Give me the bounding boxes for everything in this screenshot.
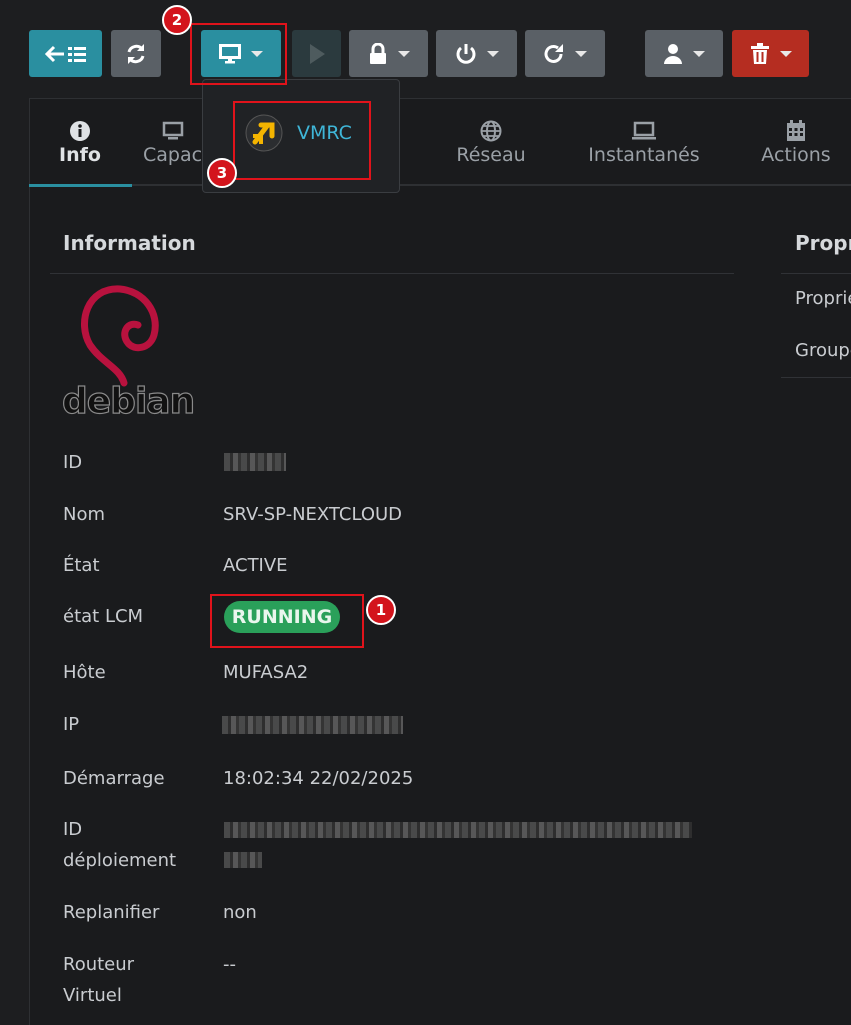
row-label-start: Démarrage [63, 768, 165, 789]
chevron-down-icon [693, 50, 705, 57]
tab-active-indicator [29, 184, 132, 187]
callout-number-3: 3 [207, 158, 237, 188]
debian-logo-text: debian [61, 380, 195, 422]
props-divider-top [781, 273, 851, 274]
row-value-reschedule: non [223, 902, 257, 923]
callout-box-running [210, 594, 364, 648]
tab-divider [29, 184, 851, 186]
calendar-icon [787, 120, 805, 141]
row-label-id: ID [63, 452, 83, 473]
callout-number-1: 1 [366, 595, 396, 625]
arrow-left-list-icon [44, 45, 86, 62]
reload-icon [544, 43, 563, 63]
trash-icon [750, 42, 769, 64]
props-row-owner: Propriétaire [795, 288, 851, 309]
tab-capacity[interactable]: Capacité [143, 120, 203, 166]
refresh-button[interactable] [111, 30, 161, 77]
row-label-ip: IP [63, 714, 80, 735]
row-value-name: SRV-SP-NEXTCLOUD [223, 504, 403, 525]
row-label-deploy-id: ID déploiement [63, 819, 177, 871]
chevron-down-icon [486, 50, 499, 57]
tab-network[interactable]: Réseau [436, 120, 546, 166]
redacted-id [224, 453, 286, 471]
lock-button[interactable] [349, 30, 428, 77]
play-button[interactable] [292, 30, 341, 77]
power-icon [456, 43, 475, 64]
row-value-start: 18:02:34 22/02/2025 [223, 768, 414, 789]
laptop-icon [632, 121, 656, 140]
row-label-state: État [63, 555, 100, 576]
chevron-down-icon [779, 50, 792, 57]
callout-box-console [190, 23, 287, 85]
info-section-title: Information [63, 231, 196, 255]
row-label-name: Nom [63, 504, 106, 525]
lock-icon [369, 42, 386, 64]
row-label-host: Hôte [63, 662, 106, 683]
chevron-down-icon [397, 50, 410, 57]
user-icon [664, 43, 682, 64]
chevron-down-icon [575, 50, 587, 57]
back-button[interactable] [29, 30, 102, 77]
row-label-lcm-state: état LCM [63, 606, 144, 627]
redacted-deploy-id [224, 822, 692, 838]
user-button[interactable] [645, 30, 723, 77]
tab-info[interactable]: Info [25, 120, 135, 166]
delete-button[interactable] [732, 30, 809, 77]
redacted-deploy-id-line2 [224, 852, 262, 868]
monitor-icon [162, 121, 184, 140]
row-value-host: MUFASA2 [223, 662, 309, 683]
info-icon [70, 121, 90, 141]
play-icon [309, 43, 325, 64]
props-row-group: Groupe [795, 340, 851, 361]
row-label-vrouter: Routeur Virtuel [63, 954, 135, 1006]
tab-actions[interactable]: Actions [741, 120, 851, 166]
info-divider [50, 273, 734, 274]
callout-number-2: 2 [162, 5, 192, 35]
reboot-button[interactable] [525, 30, 605, 77]
globe-icon [480, 120, 502, 142]
row-value-vrouter: -- [223, 954, 236, 975]
refresh-icon [127, 43, 145, 64]
row-value-state: ACTIVE [223, 555, 288, 576]
props-divider-bottom [781, 377, 851, 378]
redacted-ip [222, 716, 403, 734]
power-button[interactable] [436, 30, 517, 77]
debian-logo: debian [61, 283, 196, 428]
props-clip: Propriétés Propriétaire Groupe [781, 225, 851, 385]
props-section-title: Propriétés [795, 231, 851, 255]
tab-snapshots[interactable]: Instantanés [584, 120, 704, 166]
row-label-reschedule: Replanifier [63, 902, 160, 923]
callout-box-vmrc [233, 101, 371, 180]
